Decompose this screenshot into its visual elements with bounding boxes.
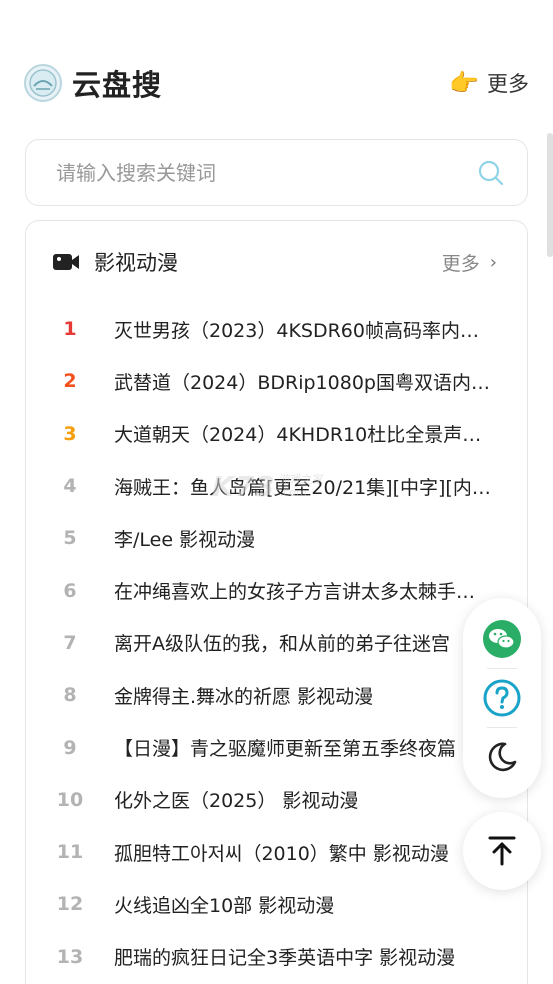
watermark: K73 游戏之家 .com [212, 470, 324, 503]
search-box [25, 139, 528, 206]
wechat-button[interactable] [479, 616, 525, 662]
app-root: 云盘搜 👉 更多 影视动漫 更多 › 1灭世男孩（2023）4KSDR60 [0, 0, 553, 984]
rank-number: 7 [63, 631, 77, 654]
rank-number: 5 [63, 527, 77, 550]
brand-title: 云盘搜 [72, 68, 163, 102]
watermark-main: K73 [212, 470, 276, 503]
theme-toggle-button[interactable] [479, 734, 525, 780]
list-item[interactable]: 12 火线追凶全10部 影视动漫 [26, 878, 527, 930]
rank-number: 12 [56, 893, 84, 916]
item-title: 化外之医（2025） 影视动漫 [114, 790, 359, 813]
video-camera-icon [53, 254, 79, 270]
item-title: 武替道（2024）BDRip1080p国粤双语内… [114, 371, 490, 394]
list-item[interactable]: 9 【日漫】青之驱魔师更新至第五季终夜篇 [26, 721, 527, 773]
item-title: 在冲绳喜欢上的女孩子方言讲太多太棘手… [114, 581, 476, 604]
item-title: 李/Lee 影视动漫 [114, 528, 256, 551]
card-header: 影视动漫 更多 › [26, 221, 527, 303]
list-item[interactable]: 13 肥瑞的疯狂日记全3季英语中字 影视动漫 [26, 931, 527, 983]
pointing-hand-icon: 👉 [449, 69, 479, 97]
back-to-top-icon [488, 836, 516, 866]
list-item[interactable]: 10 化外之医（2025） 影视动漫 [26, 774, 527, 826]
moon-icon [488, 742, 517, 772]
watermark-sub2: .com [279, 485, 307, 499]
header-more-label: 更多 [487, 72, 529, 96]
separator [487, 668, 517, 669]
section-title: 影视动漫 [94, 251, 178, 275]
help-button[interactable] [479, 675, 525, 721]
watermark-sub1: 游戏之家 [279, 473, 324, 487]
chevron-right-icon: › [489, 251, 497, 273]
list-item[interactable]: 6 在冲绳喜欢上的女孩子方言讲太多太棘手… [26, 564, 527, 616]
list-item[interactable]: 1 灭世男孩（2023）4KSDR60帧高码率内… [26, 303, 527, 355]
section-more-button[interactable]: 更多 › [442, 249, 497, 276]
rank-number: 10 [56, 788, 84, 811]
scrollbar[interactable] [547, 133, 553, 257]
section-more-label: 更多 [441, 252, 480, 275]
floating-tools [463, 598, 541, 798]
list-item[interactable]: 2 武替道（2024）BDRip1080p国粤双语内… [26, 355, 527, 407]
list-item[interactable]: 11 孤胆特工아저씨（2010）繁中 影视动漫 [26, 826, 527, 878]
search-input[interactable] [56, 160, 477, 185]
item-title: 孤胆特工아저씨（2010）繁中 影视动漫 [114, 842, 449, 865]
header: 云盘搜 👉 更多 [24, 60, 529, 106]
item-title: 金牌得主.舞冰的祈愿 影视动漫 [114, 685, 374, 708]
list-item[interactable]: 7 离开A级队伍的我，和从前的弟子往迷宫 [26, 617, 527, 669]
item-title: 肥瑞的疯狂日记全3季英语中字 影视动漫 [114, 947, 456, 970]
rank-number: 9 [63, 736, 77, 759]
category-card: 影视动漫 更多 › 1 灭世男孩（2023）4KSDR60帧高码率内… 2 武替道（2… [25, 220, 528, 984]
list-item[interactable]: 5 李/Lee 影视动漫 [26, 512, 527, 564]
list-item[interactable]: 3 大道朝天（2024）4KHDR10杜比全景声… [26, 408, 527, 460]
item-title: 【日漫】青之驱魔师更新至第五季终夜篇 [114, 738, 457, 761]
rank-number: 11 [56, 841, 84, 864]
item-title: 灭世男孩（2023）4KSDR60帧高码率内… [114, 319, 479, 342]
rank-number: 2 [63, 370, 77, 393]
rank-number: 4 [63, 475, 77, 498]
search-icon[interactable] [477, 159, 505, 187]
rank-number: 1 [63, 318, 77, 341]
item-title: 大道朝天（2024）4KHDR10杜比全景声… [114, 424, 482, 447]
back-to-top-button[interactable] [463, 812, 541, 890]
resource-list: 1 灭世男孩（2023）4KSDR60帧高码率内… 2 武替道（2024）BDRip1… [26, 303, 527, 983]
wechat-icon [483, 620, 521, 658]
help-icon [483, 679, 521, 717]
separator [487, 727, 517, 728]
rank-number: 13 [56, 945, 84, 968]
rank-number: 3 [63, 422, 77, 445]
header-more-button[interactable]: 👉 更多 [449, 68, 529, 98]
logo-icon[interactable] [24, 64, 62, 102]
rank-number: 8 [63, 684, 77, 707]
item-title: 火线追凶全10部 影视动漫 [114, 894, 335, 917]
item-title: 离开A级队伍的我，和从前的弟子往迷宫 [114, 633, 450, 656]
watermark-sub: 游戏之家 .com [280, 474, 324, 498]
list-item[interactable]: 8 金牌得主.舞冰的祈愿 影视动漫 [26, 669, 527, 721]
rank-number: 6 [63, 579, 77, 602]
